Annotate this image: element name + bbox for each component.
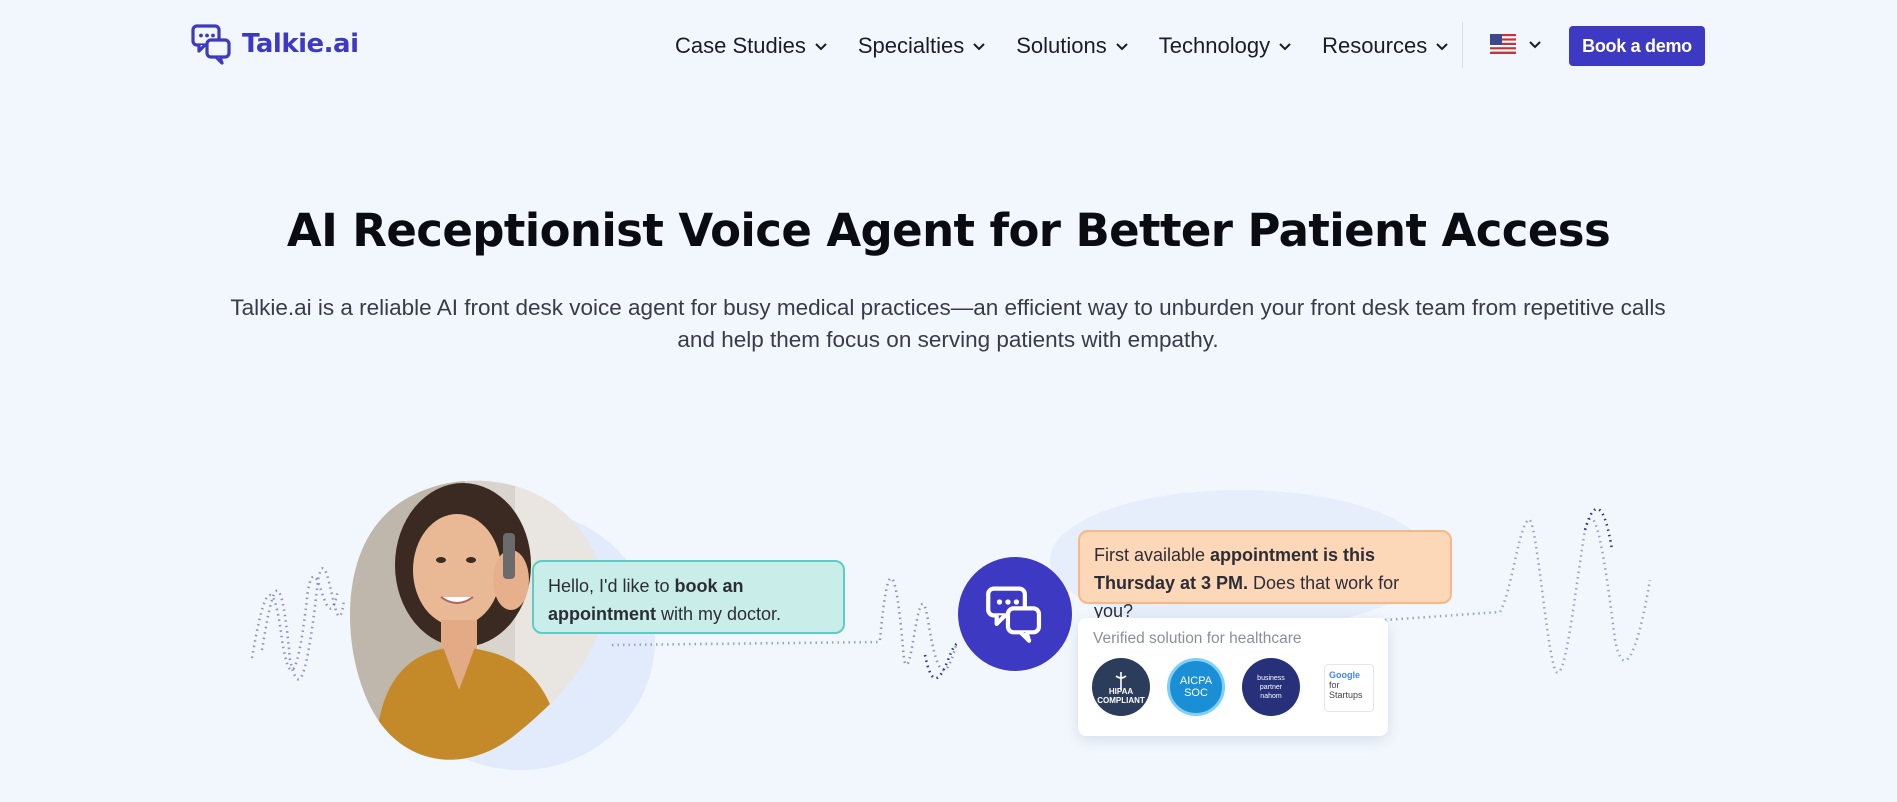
chevron-down-icon <box>973 43 985 51</box>
us-flag-icon <box>1490 34 1516 54</box>
menu-label: Specialties <box>857 33 965 58</box>
menu-label: Technology <box>1158 33 1271 58</box>
chat-bubbles-logo-icon <box>191 24 231 65</box>
aicpa-label: AICPA <box>1179 675 1213 687</box>
main-menu: Case Studies Specialties Solutions Techn… <box>675 28 1479 64</box>
hipaa-badge-icon: HIPAA COMPLIANT <box>1092 658 1150 716</box>
business-partner-badge-icon: business partner nahom <box>1242 658 1300 716</box>
logo-text: Talkie.ai <box>242 29 359 59</box>
hero-subtitle-line2: and help them focus on serving patients … <box>677 327 1219 352</box>
menu-resources[interactable]: Resources <box>1322 33 1449 59</box>
agent-message-text: First available <box>1094 545 1211 565</box>
menu-label: Resources <box>1322 33 1428 58</box>
hipaa-badge-label: HIPAA COMPLIANT <box>1097 687 1145 705</box>
soc-label: SOC <box>1184 687 1208 699</box>
chevron-down-icon <box>1436 43 1448 51</box>
verified-title: Verified solution for healthcare <box>1093 630 1302 647</box>
menu-label: Case Studies <box>675 33 806 58</box>
caller-message-text: with my doctor. <box>656 604 782 624</box>
sound-wave-decoration <box>250 490 1652 770</box>
language-selector[interactable] <box>1490 34 1542 54</box>
menu-solutions[interactable]: Solutions <box>1016 33 1129 59</box>
nav-divider <box>1462 22 1463 68</box>
hero-subtitle-line1: Talkie.ai is a reliable AI front desk vo… <box>230 295 1666 320</box>
chevron-down-icon <box>1279 43 1291 51</box>
badge-line: Startups <box>1329 690 1363 700</box>
verified-solution-card: Verified solution for healthcare HIPAA C… <box>1078 618 1388 736</box>
chevron-down-icon <box>815 43 827 51</box>
badge-line: for <box>1329 680 1340 690</box>
badge-line: nahom <box>1260 692 1282 700</box>
hero-subtitle: Talkie.ai is a reliable AI front desk vo… <box>218 292 1678 356</box>
menu-case-studies[interactable]: Case Studies <box>675 33 828 59</box>
google-label: Google <box>1329 670 1360 680</box>
book-demo-button[interactable]: Book a demo <box>1569 26 1705 66</box>
caller-message-text: Hello, I'd like to <box>548 576 675 596</box>
logo[interactable]: Talkie.ai <box>190 22 359 66</box>
caller-message-bubble: Hello, I'd like to book an appointment w… <box>532 560 845 634</box>
chat-bubbles-icon <box>986 586 1042 643</box>
chevron-down-icon <box>1116 43 1128 51</box>
badge-line: business <box>1257 674 1285 682</box>
ai-agent-avatar <box>958 557 1072 671</box>
menu-technology[interactable]: Technology <box>1159 33 1292 59</box>
menu-label: Solutions <box>1016 33 1107 58</box>
page-title: AI Receptionist Voice Agent for Better P… <box>286 204 1611 257</box>
aicpa-soc-badge-icon: AICPA SOC <box>1167 658 1225 716</box>
top-navigation: Talkie.ai Case Studies Specialties Solut… <box>0 0 1897 92</box>
badge-line: partner <box>1259 683 1283 691</box>
menu-specialties[interactable]: Specialties <box>858 33 986 59</box>
google-for-startups-badge-icon: Google for Startups <box>1324 664 1374 712</box>
chevron-down-icon <box>1529 41 1541 49</box>
hero-illustration: Hello, I'd like to book an appointment w… <box>0 440 1897 802</box>
agent-message-bubble: First available appointment is this Thur… <box>1078 530 1452 621</box>
